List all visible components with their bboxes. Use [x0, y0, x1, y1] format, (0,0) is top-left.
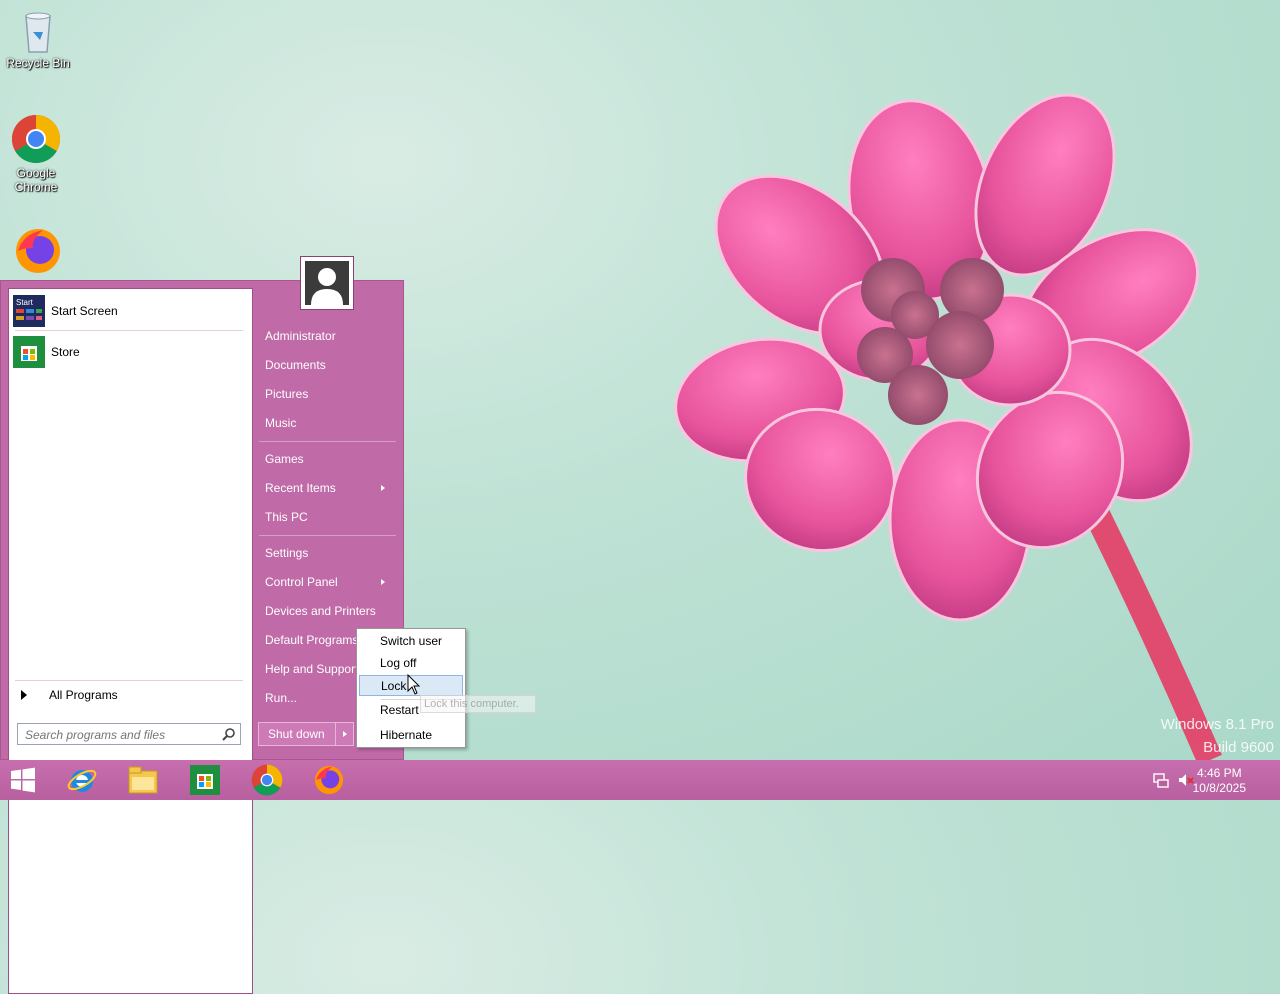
pinned-item-store[interactable]: Store [13, 334, 245, 370]
user-avatar-icon [305, 261, 349, 305]
start-link-documents[interactable]: Documents [265, 354, 395, 376]
windows-logo-icon [11, 767, 35, 793]
desktop-icon-google-chrome[interactable]: Google Chrome [0, 114, 72, 194]
taskbar-firefox[interactable] [301, 760, 357, 800]
clock-time: 4:46 PM [1196, 766, 1242, 780]
lock-tooltip: Lock this computer. [420, 695, 536, 713]
desktop-icon-recycle-bin[interactable]: Recycle Bin [2, 8, 74, 70]
menu-item-switch-user[interactable]: Switch user [359, 631, 463, 652]
search-input[interactable] [23, 725, 217, 745]
desktop-icon-label: Recycle Bin [6, 56, 70, 70]
edition-label: Windows 8.1 Pro [1160, 716, 1274, 733]
start-link-settings[interactable]: Settings [265, 542, 395, 564]
system-clock[interactable]: 4:46 PM 10/8/2025 [1193, 766, 1246, 796]
start-link-label: Recent Items [265, 481, 336, 495]
menu-item-hibernate[interactable]: Hibernate [359, 725, 463, 746]
build-label: Build 9600 [1203, 739, 1274, 756]
search-box[interactable] [17, 723, 241, 745]
taskbar-file-explorer[interactable] [115, 760, 171, 800]
start-link-control-panel[interactable]: Control Panel [265, 571, 395, 593]
taskbar: 4:46 PM 10/8/2025 [0, 760, 1280, 800]
firefox-icon [16, 229, 60, 273]
recycle-bin-icon [25, 12, 51, 53]
taskbar-chrome[interactable] [239, 760, 295, 800]
separator [15, 680, 243, 681]
desktop-icon-firefox[interactable] [2, 226, 74, 278]
mouse-cursor-icon [407, 674, 421, 695]
internet-explorer-icon [67, 769, 97, 792]
start-link-games[interactable]: Games [265, 448, 395, 470]
svg-text:Start: Start [16, 298, 34, 307]
chrome-icon [11, 114, 61, 164]
submenu-arrow-icon [381, 579, 385, 585]
search-icon[interactable] [222, 727, 236, 741]
user-account-picture[interactable] [300, 256, 354, 310]
start-link-pictures[interactable]: Pictures [265, 383, 395, 405]
menu-item-log-off[interactable]: Log off [359, 653, 463, 674]
all-programs-label: All Programs [49, 688, 118, 702]
separator [259, 535, 396, 536]
file-explorer-icon [128, 766, 158, 794]
start-link-label: Control Panel [265, 575, 338, 589]
taskbar-store[interactable] [177, 760, 233, 800]
start-link-devices-printers[interactable]: Devices and Printers [265, 600, 395, 622]
store-icon [13, 336, 45, 368]
pinned-item-label: Start Screen [51, 304, 118, 318]
shutdown-options-button[interactable] [335, 722, 354, 746]
separator [15, 330, 243, 331]
chrome-icon [251, 764, 283, 796]
all-programs-button[interactable]: All Programs [19, 684, 244, 706]
network-icon[interactable] [1153, 772, 1169, 788]
pinned-item-label: Store [51, 345, 80, 359]
separator [259, 441, 396, 442]
start-link-recent-items[interactable]: Recent Items [265, 477, 395, 499]
expand-arrow-icon [21, 690, 27, 700]
volume-muted-icon[interactable] [1178, 772, 1194, 788]
pinned-item-start-screen[interactable]: Start Start Screen [13, 293, 245, 329]
chevron-right-icon [343, 731, 347, 737]
desktop-icon-label: Google Chrome [14, 166, 58, 194]
start-link-this-pc[interactable]: This PC [265, 506, 395, 528]
start-menu-programs-pane: Start Start Screen Store All Programs [8, 288, 253, 994]
firefox-icon [314, 765, 344, 795]
start-link-music[interactable]: Music [265, 412, 395, 434]
start-screen-icon: Start [13, 295, 45, 327]
start-button[interactable] [0, 760, 46, 800]
submenu-arrow-icon [381, 485, 385, 491]
start-link-administrator[interactable]: Administrator [265, 325, 395, 347]
windows-edition-watermark: Windows 8.1 Pro Build 9600 [1161, 716, 1274, 756]
taskbar-internet-explorer[interactable] [54, 760, 110, 800]
clock-date: 10/8/2025 [1192, 781, 1246, 795]
store-icon [190, 765, 220, 795]
